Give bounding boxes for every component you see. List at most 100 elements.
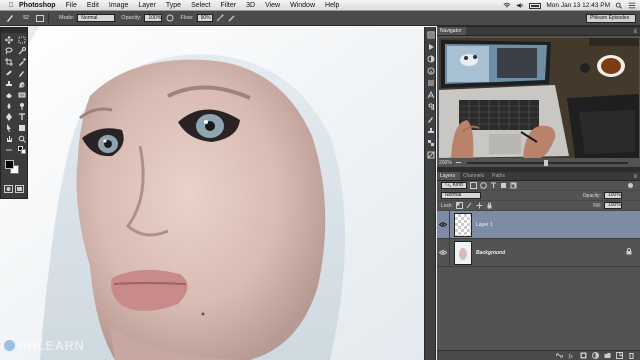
wifi-icon[interactable] [503,2,511,9]
clone-source-panel-icon[interactable] [426,126,436,135]
actions-panel-icon[interactable] [426,42,436,51]
zoom-tool-icon[interactable] [15,133,28,144]
document-canvas[interactable] [0,26,437,360]
menu-filter[interactable]: Filter [221,2,237,9]
default-colors-icon[interactable] [15,144,28,155]
pressure-opacity-icon[interactable] [165,14,174,23]
menu-layer[interactable]: Layer [138,2,156,9]
pressure-size-icon[interactable] [228,14,237,23]
lock-pixels-icon[interactable] [466,202,473,209]
menu-type[interactable]: Type [166,2,181,9]
gradient-tool-icon[interactable] [15,89,28,100]
tab-paths[interactable]: Paths [489,172,510,180]
filter-toggle-icon[interactable] [627,182,634,189]
battery-icon[interactable] [529,2,542,9]
quick-select-tool-icon[interactable] [15,45,28,56]
filter-smart-object-icon[interactable] [510,182,517,189]
brush-panel-icon[interactable] [35,14,44,23]
clone-stamp-tool-icon[interactable] [2,78,15,89]
screen-mode-icon[interactable] [15,180,24,198]
history-panel-icon[interactable] [426,30,436,39]
new-layer-icon[interactable] [616,352,623,359]
more-tools-icon[interactable] [2,144,15,155]
navigator-preview[interactable] [438,37,639,158]
lock-position-icon[interactable] [476,202,483,209]
list-icon[interactable] [628,2,636,9]
filter-pixel-icon[interactable] [470,182,477,189]
blend-mode-select[interactable]: Normal [441,192,481,199]
tool-preset-picker[interactable] [0,12,20,25]
filter-adjustment-icon[interactable] [480,182,487,189]
background-layer-name[interactable]: Background [476,250,505,256]
panel-menu-icon[interactable]: ≡ [633,29,637,35]
layer-row-layer-1[interactable]: Layer 1 [437,210,640,239]
move-tool-icon[interactable] [2,34,15,45]
menu-select[interactable]: Select [191,2,210,9]
info-panel-icon[interactable] [426,66,436,75]
swatches-panel-icon[interactable] [426,138,436,147]
zoom-slider-knob[interactable] [544,160,549,166]
tab-layers[interactable]: Layers [437,172,461,180]
type-tool-icon[interactable] [15,111,28,122]
crop-tool-icon[interactable] [2,56,15,67]
airbrush-icon[interactable] [216,14,225,23]
quick-mask-icon[interactable] [4,180,13,198]
menu-image[interactable]: Image [109,2,128,9]
spotlight-icon[interactable] [615,2,623,9]
clock[interactable]: Mon Jan 13 12:43 PM [546,2,610,9]
filter-shape-icon[interactable] [500,182,507,189]
layer-opacity-input[interactable]: 100% [604,192,622,199]
menu-3d[interactable]: 3D [246,2,255,9]
brush-size[interactable]: 52 [20,15,32,21]
paragraph-panel-icon[interactable] [426,102,436,111]
menu-edit[interactable]: Edit [87,2,99,9]
navigator-zoom[interactable]: 200% [439,160,452,166]
visibility-eye-icon[interactable] [437,238,450,267]
zoom-out-icon[interactable] [455,160,463,167]
layer-fill-input[interactable]: 100% [604,202,622,209]
flow-input[interactable]: 90% [196,14,213,22]
delete-layer-icon[interactable] [628,352,635,359]
marquee-tool-icon[interactable] [15,34,28,45]
adjustments-panel-icon[interactable] [426,54,436,63]
layer-style-icon[interactable]: fx [568,352,575,359]
history-brush-tool-icon[interactable] [15,78,28,89]
shape-tool-icon[interactable] [15,122,28,133]
add-mask-icon[interactable] [580,352,587,359]
layer-row-background[interactable]: Background [437,238,640,267]
menu-window[interactable]: Window [290,2,315,9]
eyedropper-tool-icon[interactable] [15,56,28,67]
filter-kind-select[interactable]: 🔍︎ Kind [441,182,467,189]
new-group-icon[interactable] [604,352,611,359]
hand-tool-icon[interactable] [2,133,15,144]
lasso-tool-icon[interactable] [2,45,15,56]
menu-file[interactable]: File [66,2,77,9]
workspace-select[interactable]: Phlearn Episodes [586,14,636,23]
healing-brush-tool-icon[interactable] [2,67,15,78]
character-panel-icon[interactable] [426,90,436,99]
brush-tool-icon[interactable] [15,67,28,78]
menu-help[interactable]: Help [325,2,339,9]
properties-panel-icon[interactable] [426,78,436,87]
visibility-eye-icon[interactable] [437,210,450,239]
lock-all-icon[interactable] [486,202,493,209]
pen-tool-icon[interactable] [2,111,15,122]
brush-presets-panel-icon[interactable] [426,114,436,123]
foreground-color-swatch[interactable] [5,160,14,169]
volume-icon[interactable] [516,2,524,9]
lock-transparency-icon[interactable] [455,202,463,209]
app-menu[interactable]: Photoshop [19,2,56,9]
filter-type-icon[interactable] [490,182,497,189]
menu-view[interactable]: View [265,2,280,9]
mode-select[interactable]: Normal [77,14,116,22]
apple-icon[interactable]:  [6,2,16,9]
blur-tool-icon[interactable] [2,100,15,111]
dodge-tool-icon[interactable] [15,100,28,111]
layer-1-name[interactable]: Layer 1 [476,222,493,228]
eraser-tool-icon[interactable] [2,89,15,100]
path-selection-tool-icon[interactable] [2,122,15,133]
link-layers-icon[interactable] [556,352,563,359]
tab-navigator[interactable]: Navigator [437,27,467,35]
opacity-input[interactable]: 100% [144,14,163,22]
layers-panel-menu-icon[interactable]: ≡ [633,174,637,180]
